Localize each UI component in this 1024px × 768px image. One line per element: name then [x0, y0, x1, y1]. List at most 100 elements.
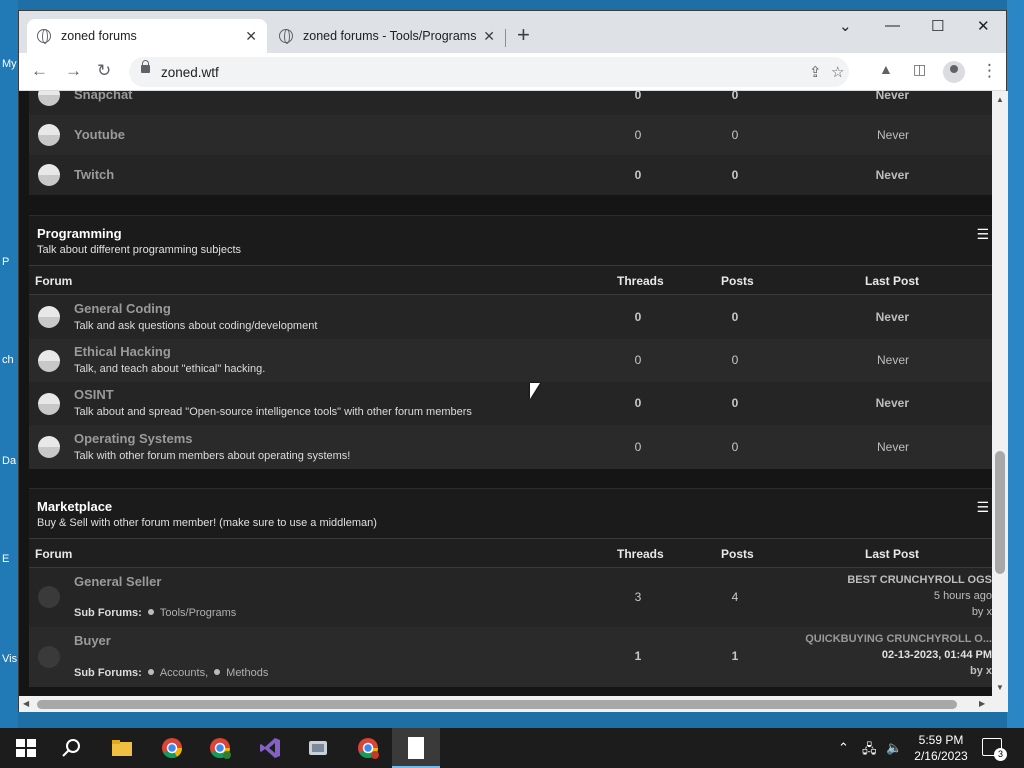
forum-name[interactable]: General Seller	[74, 574, 161, 589]
chrome-beta-icon[interactable]	[356, 736, 380, 760]
desktop-icon-label[interactable]: My	[2, 58, 17, 70]
collapse-menu-icon[interactable]: ☰	[976, 226, 989, 243]
scroll-left-icon[interactable]: ◀	[23, 699, 29, 708]
forum-row: Youtube 0 0 Never	[29, 115, 992, 155]
url-text[interactable]: zoned.wtf	[161, 65, 219, 80]
menu-kebab-icon[interactable]: ⋮	[981, 61, 998, 81]
notification-center-icon[interactable]: 3	[982, 738, 1007, 761]
system-clock[interactable]: 5:59 PM 2/16/2023	[906, 732, 976, 764]
desktop-icon-label[interactable]: Vis	[2, 653, 17, 665]
column-forum: Forum	[35, 274, 73, 288]
scrollbar-thumb[interactable]	[995, 451, 1005, 574]
forum-name[interactable]: Buyer	[74, 633, 111, 648]
forum-name[interactable]: Twitch	[74, 167, 114, 182]
forum-name[interactable]: General Coding	[74, 301, 171, 316]
close-tab-icon[interactable]: ✕	[483, 28, 495, 45]
category-description: Talk about different programming subject…	[37, 244, 242, 256]
chrome-profile-icon[interactable]	[208, 736, 232, 760]
scroll-down-icon[interactable]: ▼	[996, 683, 1004, 692]
sub-forum-link[interactable]: Tools/Programs	[160, 607, 236, 619]
category-description: Buy & Sell with other forum member! (mak…	[37, 517, 377, 529]
browser-window: zoned forums ✕ zoned forums - Tools/Prog…	[18, 10, 1008, 712]
file-explorer-icon[interactable]	[110, 736, 134, 760]
share-icon[interactable]: ⇪	[809, 63, 822, 81]
forum-name[interactable]: Operating Systems	[74, 431, 193, 446]
vertical-scrollbar[interactable]: ▲ ▼	[992, 91, 1008, 696]
forum-name[interactable]: Ethical Hacking	[74, 344, 171, 359]
posts-count: 0	[731, 440, 739, 454]
labs-flask-icon[interactable]: ▲	[879, 61, 893, 77]
visual-studio-icon[interactable]	[258, 736, 282, 760]
desktop-icon-label[interactable]: ch	[2, 354, 14, 366]
desktop-icon-label[interactable]: Da	[2, 455, 16, 467]
column-last-post: Last Post	[865, 547, 920, 561]
tab-title: zoned forums - Tools/Programs	[303, 29, 477, 43]
forum-name[interactable]: OSINT	[74, 387, 114, 402]
desktop-icon-label[interactable]: E	[2, 553, 9, 565]
sub-forums: Sub Forums: Accounts, Methods	[74, 667, 268, 679]
forward-icon[interactable]: →	[65, 61, 82, 81]
last-post: Never	[876, 128, 909, 142]
app-icon[interactable]	[306, 736, 330, 760]
address-bar[interactable]: zoned.wtf ⇪ ☆	[129, 57, 849, 87]
posts-count: 0	[731, 128, 739, 142]
side-panel-icon[interactable]: ◫	[913, 61, 926, 78]
new-tab-button[interactable]: +	[517, 24, 530, 46]
collapse-menu-icon[interactable]: ☰	[976, 499, 989, 516]
column-posts: Posts	[721, 274, 754, 288]
category-title[interactable]: Marketplace	[37, 499, 112, 514]
tab-search-icon[interactable]: ⌄	[839, 17, 852, 35]
forum-status-icon	[38, 91, 60, 106]
last-post-title[interactable]: BEST CRUNCHYROLL OGS	[847, 574, 992, 586]
last-post-time: 02-13-2023, 01:44 PM	[881, 649, 992, 661]
active-app-highlight[interactable]	[392, 728, 440, 768]
last-post: Never	[875, 396, 909, 410]
sub-forums-label: Sub Forums:	[74, 607, 142, 619]
bookmark-star-icon[interactable]: ☆	[831, 63, 844, 81]
sub-forum-link[interactable]: Accounts,	[160, 667, 208, 679]
column-threads: Threads	[617, 547, 664, 561]
volume-icon[interactable]: 🔈	[886, 740, 902, 756]
tab-strip: zoned forums ✕ zoned forums - Tools/Prog…	[19, 11, 1006, 53]
scroll-up-icon[interactable]: ▲	[996, 95, 1004, 104]
scrollbar-thumb[interactable]	[37, 700, 957, 709]
reload-icon[interactable]: ↻	[97, 61, 111, 81]
last-post-title[interactable]: QUICKBUYING CRUNCHYROLL O...	[805, 633, 992, 645]
tab-tools-programs[interactable]: zoned forums - Tools/Programs ✕	[269, 19, 505, 53]
sub-forum-link[interactable]: Methods	[226, 667, 268, 679]
chevron-up-icon[interactable]: ⌃	[838, 740, 849, 756]
forum-row: Buyer Sub Forums: Accounts, Methods 1 1 QU…	[29, 627, 992, 687]
category-header-programming: Programming Talk about different program…	[29, 215, 992, 265]
threads-count: 0	[634, 396, 642, 410]
search-icon[interactable]	[60, 736, 84, 760]
column-threads: Threads	[617, 274, 664, 288]
close-tab-icon[interactable]: ✕	[245, 28, 257, 45]
bullet-icon	[147, 669, 154, 675]
minimize-button[interactable]: —	[885, 17, 900, 34]
maximize-button[interactable]: ☐	[931, 17, 944, 35]
threads-count: 0	[634, 440, 642, 454]
last-post-author[interactable]: by x	[972, 606, 992, 618]
posts-count: 0	[731, 396, 739, 410]
forum-row: OSINT Talk about and spread "Open-source…	[29, 382, 992, 425]
category-title[interactable]: Programming	[37, 226, 122, 241]
page-content: Snapchat 0 0 Never Youtube 0 0 Never Twi…	[19, 91, 992, 696]
chrome-icon[interactable]	[160, 736, 184, 760]
forum-row: Ethical Hacking Talk, and teach about "e…	[29, 339, 992, 382]
last-post: Never	[876, 353, 909, 367]
forum-name[interactable]: Snapchat	[74, 91, 133, 102]
horizontal-scrollbar[interactable]: ◀ ▶	[19, 696, 1008, 712]
tab-zoned-forums[interactable]: zoned forums ✕	[27, 19, 267, 53]
desktop-icon-label[interactable]: P	[2, 256, 9, 268]
back-icon[interactable]: ←	[31, 61, 48, 81]
taskbar: ⌃ 🖧 🔈 5:59 PM 2/16/2023 3	[0, 728, 1024, 768]
scroll-right-icon[interactable]: ▶	[979, 699, 985, 708]
posts-count: 0	[731, 310, 739, 324]
network-icon[interactable]: 🖧	[862, 740, 877, 762]
close-window-button[interactable]: ✕	[977, 17, 990, 35]
last-post-author[interactable]: by x	[970, 665, 992, 677]
forum-name[interactable]: Youtube	[74, 127, 125, 142]
windows-start-icon[interactable]	[14, 736, 38, 760]
profile-avatar-icon[interactable]	[943, 61, 965, 83]
lock-icon[interactable]	[141, 60, 150, 73]
